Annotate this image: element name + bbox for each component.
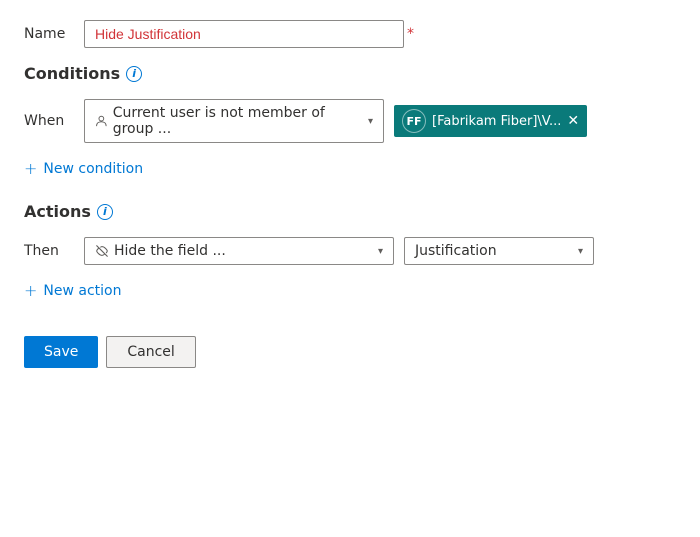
new-condition-row[interactable]: + New condition (24, 155, 676, 182)
then-row: Then Hide the field ... ▾ Justification … (24, 237, 676, 265)
actions-header: Actions i (24, 202, 676, 221)
badge-close-icon[interactable]: ✕ (567, 114, 579, 128)
name-input-wrapper: * (84, 20, 404, 48)
action-dropdown-label: Hide the field ... (114, 243, 226, 259)
badge-initials: FF (406, 115, 421, 128)
required-star: * (407, 26, 414, 42)
conditions-title: Conditions (24, 64, 120, 83)
condition-dropdown[interactable]: Current user is not member of group ... … (84, 99, 384, 143)
actions-section: Actions i Then Hide the field ... ▾ Just… (24, 202, 676, 304)
name-input[interactable] (84, 20, 404, 48)
new-condition-label: New condition (43, 161, 143, 177)
name-label: Name (24, 26, 84, 42)
condition-chevron-icon: ▾ (368, 116, 373, 127)
buttons-row: Save Cancel (24, 336, 676, 368)
field-dropdown-text: Justification (415, 243, 497, 259)
then-label: Then (24, 243, 74, 259)
when-row: When Current user is not member of group… (24, 99, 676, 143)
action-chevron-icon: ▾ (378, 246, 383, 257)
condition-dropdown-text: Current user is not member of group ... (95, 105, 362, 137)
new-action-row[interactable]: + New action (24, 277, 676, 304)
condition-dropdown-label: Current user is not member of group ... (113, 105, 362, 137)
field-dropdown[interactable]: Justification ▾ (404, 237, 594, 265)
user-icon (95, 114, 108, 128)
new-condition-plus-icon: + (24, 159, 37, 178)
name-row: Name * (24, 20, 676, 48)
badge-avatar: FF (402, 109, 426, 133)
cancel-button[interactable]: Cancel (106, 336, 195, 368)
field-chevron-icon: ▾ (578, 246, 583, 257)
conditions-info-icon[interactable]: i (126, 66, 142, 82)
field-dropdown-label: Justification (415, 243, 497, 259)
new-action-plus-icon: + (24, 281, 37, 300)
conditions-header: Conditions i (24, 64, 676, 83)
actions-title: Actions (24, 202, 91, 221)
save-button[interactable]: Save (24, 336, 98, 368)
conditions-section: Conditions i When Current user is not me… (24, 64, 676, 182)
new-action-label: New action (43, 283, 121, 299)
action-dropdown-text: Hide the field ... (95, 243, 226, 259)
action-dropdown[interactable]: Hide the field ... ▾ (84, 237, 394, 265)
group-badge: FF [Fabrikam Fiber]\V... ✕ (394, 105, 587, 137)
hide-field-icon (95, 244, 109, 258)
when-label: When (24, 113, 74, 129)
badge-text: [Fabrikam Fiber]\V... (432, 114, 561, 129)
actions-info-icon[interactable]: i (97, 204, 113, 220)
